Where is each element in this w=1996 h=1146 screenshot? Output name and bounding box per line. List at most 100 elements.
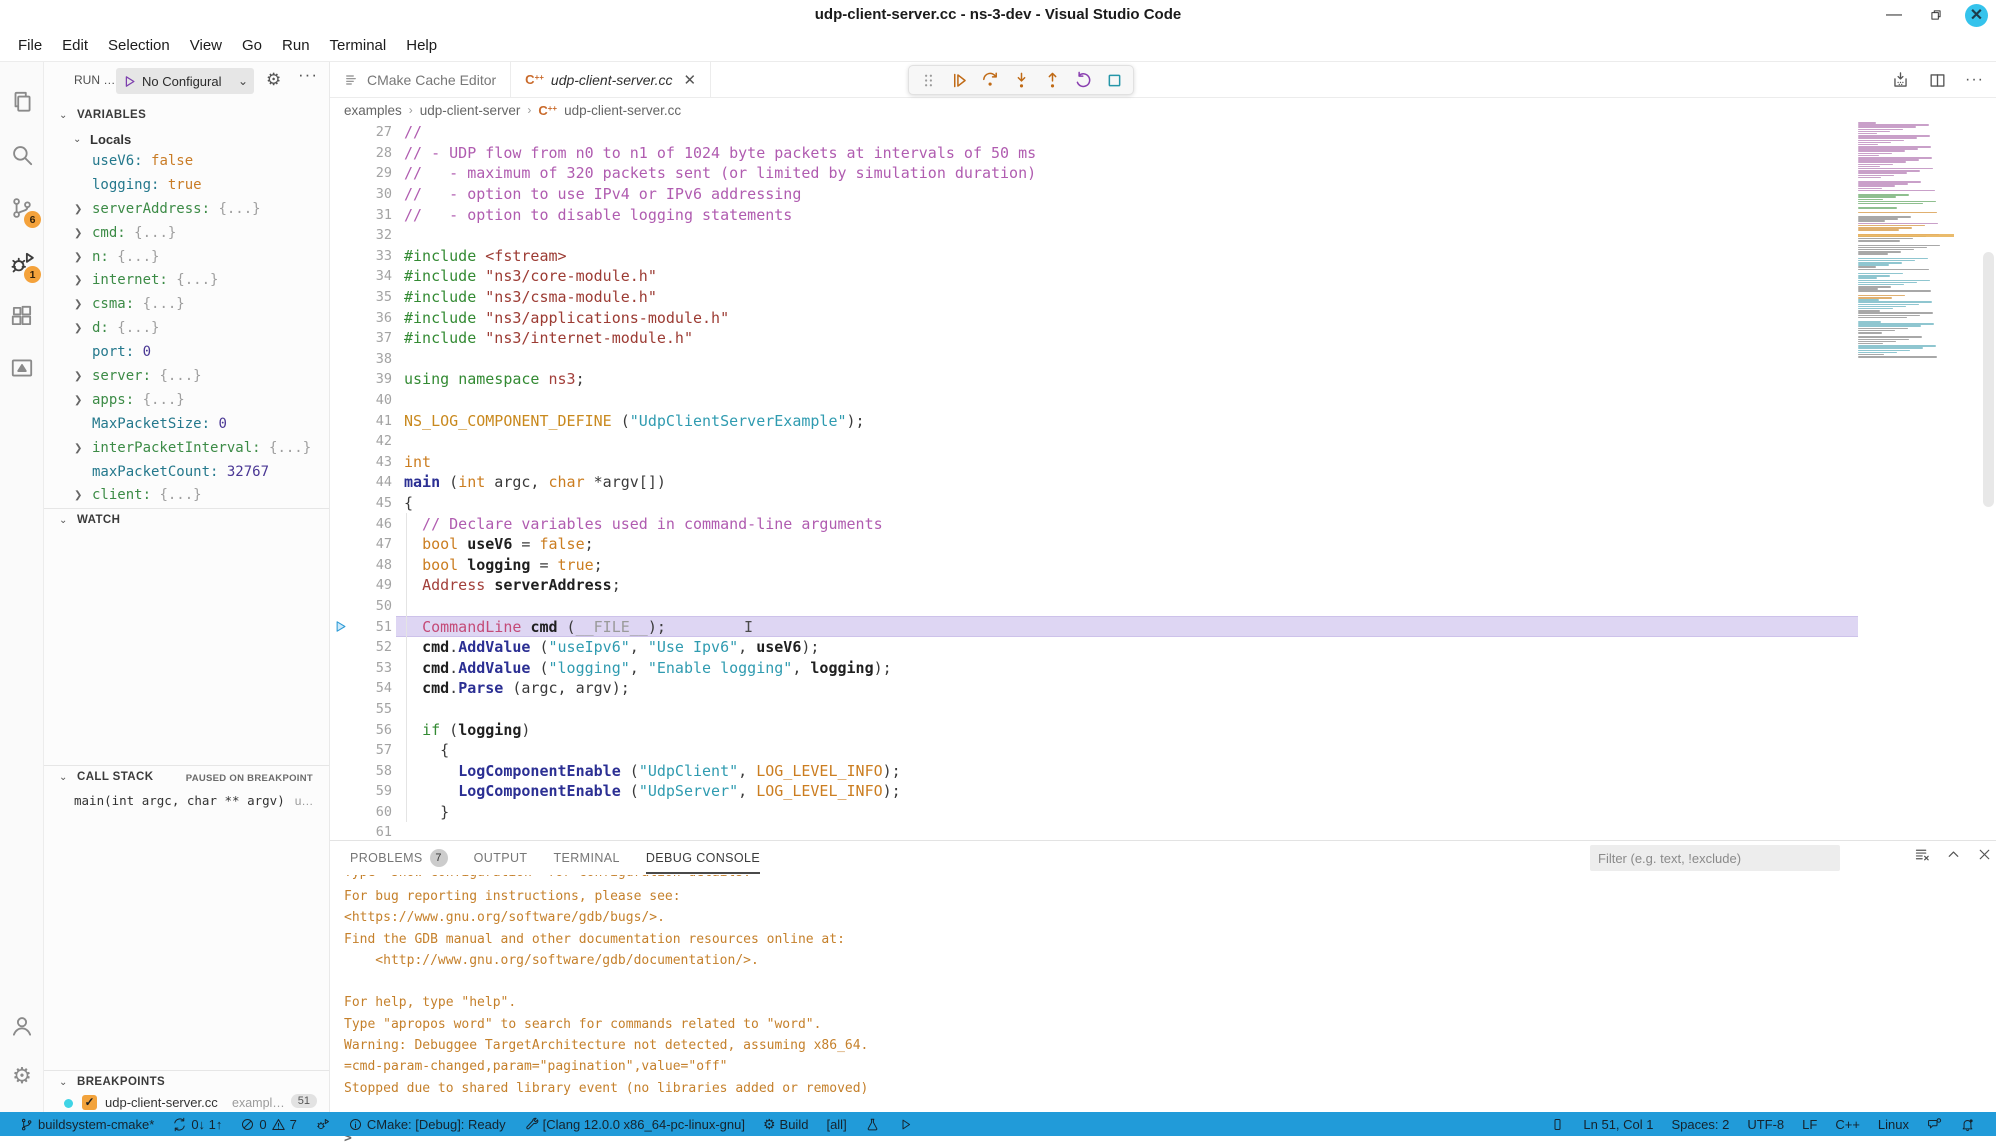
code-line-30[interactable]: 30// - option to use IPv4 or IPv6 addres… [330, 184, 1996, 205]
step-into-button[interactable] [1010, 69, 1032, 91]
code-line-44[interactable]: 44main (int argc, char *argv[]) [330, 472, 1996, 493]
status-build-target[interactable]: [all] [817, 1112, 855, 1136]
line-number[interactable]: 27 [352, 124, 392, 140]
code-line-35[interactable]: 35#include "ns3/csma-module.h" [330, 287, 1996, 308]
status-remote-os[interactable]: Linux [1869, 1112, 1918, 1136]
breakpoint-checkbox[interactable]: ✓ [82, 1095, 97, 1110]
menu-item-go[interactable]: Go [232, 33, 272, 58]
chevron-right-icon[interactable]: ❯ [74, 389, 82, 413]
code-line-27[interactable]: 27// [330, 122, 1996, 143]
status-sync-status[interactable]: 0↓ 1↑ [163, 1112, 231, 1136]
chevron-right-icon[interactable]: ❯ [74, 246, 82, 270]
variable-row-apps[interactable]: ❯apps: {...} [44, 389, 329, 413]
code-line-39[interactable]: 39using namespace ns3; [330, 369, 1996, 390]
clear-console-icon[interactable] [1914, 846, 1931, 863]
line-number[interactable]: 29 [352, 165, 392, 181]
line-number[interactable]: 38 [352, 351, 392, 367]
status-indentation[interactable]: Spaces: 2 [1663, 1112, 1739, 1136]
line-number[interactable]: 57 [352, 742, 392, 758]
code-line-31[interactable]: 31// - option to disable logging stateme… [330, 204, 1996, 225]
line-number[interactable]: 43 [352, 454, 392, 470]
line-number[interactable]: 54 [352, 680, 392, 696]
line-number[interactable]: 41 [352, 413, 392, 429]
breakpoint-gutter[interactable] [330, 678, 352, 699]
line-number[interactable]: 34 [352, 268, 392, 284]
variable-row-MaxPacketSize[interactable]: MaxPacketSize: 0 [44, 413, 329, 437]
code-line-32[interactable]: 32 [330, 225, 1996, 246]
line-number[interactable]: 36 [352, 310, 392, 326]
activity-item-explorer[interactable] [0, 78, 44, 126]
breadcrumb-item[interactable]: udp-client-server [420, 103, 521, 118]
debug-config-dropdown[interactable]: No Configural ⌄ [116, 68, 254, 94]
panel-tab-terminal[interactable]: TERMINAL [553, 843, 619, 874]
line-number[interactable]: 56 [352, 722, 392, 738]
line-number[interactable]: 39 [352, 371, 392, 387]
activity-item-test-window[interactable] [0, 344, 44, 392]
code-line-29[interactable]: 29// - maximum of 320 packets sent (or l… [330, 163, 1996, 184]
line-number[interactable]: 28 [352, 145, 392, 161]
breakpoint-gutter[interactable] [330, 431, 352, 452]
code-line-45[interactable]: 45{ [330, 493, 1996, 514]
variable-row-interPacketInterval[interactable]: ❯interPacketInterval: {...} [44, 437, 329, 461]
code-line-59[interactable]: 59 LogComponentEnable ("UdpServer", LOG_… [330, 781, 1996, 802]
line-number[interactable]: 59 [352, 783, 392, 799]
code-line-55[interactable]: 55 [330, 699, 1996, 720]
line-number[interactable]: 47 [352, 536, 392, 552]
line-number[interactable]: 61 [352, 824, 392, 840]
code-line-57[interactable]: 57 { [330, 740, 1996, 761]
breakpoint-gutter[interactable] [330, 287, 352, 308]
status-problems-status[interactable]: 07 [231, 1112, 305, 1136]
code-line-41[interactable]: 41NS_LOG_COMPONENT_DEFINE ("UdpClientSer… [330, 410, 1996, 431]
status-notifications[interactable] [1951, 1112, 1984, 1136]
run-below-icon[interactable] [1891, 71, 1910, 90]
status-test-button[interactable] [856, 1112, 889, 1136]
line-number[interactable]: 53 [352, 660, 392, 676]
variable-row-serverAddress[interactable]: ❯serverAddress: {...} [44, 198, 329, 222]
step-over-button[interactable] [979, 69, 1001, 91]
code-line-34[interactable]: 34#include "ns3/core-module.h" [330, 266, 1996, 287]
code-editor[interactable]: 27//28// - UDP flow from n0 to n1 of 102… [330, 122, 1996, 843]
chevron-right-icon[interactable]: ❯ [74, 293, 82, 317]
activity-item-account[interactable] [0, 1002, 44, 1050]
breakpoint-gutter[interactable] [330, 596, 352, 617]
breakpoint-gutter[interactable] [330, 781, 352, 802]
code-line-28[interactable]: 28// - UDP flow from n0 to n1 of 1024 by… [330, 143, 1996, 164]
breakpoint-gutter[interactable] [330, 554, 352, 575]
line-number[interactable]: 60 [352, 804, 392, 820]
breakpoint-gutter[interactable] [330, 699, 352, 720]
stack-frame[interactable]: main(int argc, char ** argv)u… [74, 793, 313, 808]
code-line-36[interactable]: 36#include "ns3/applications-module.h" [330, 307, 1996, 328]
status-build-button[interactable]: ⚙Build [754, 1112, 817, 1136]
breakpoint-gutter[interactable] [330, 246, 352, 267]
code-line-53[interactable]: 53 cmd.AddValue ("logging", "Enable logg… [330, 657, 1996, 678]
breakpoint-gutter[interactable] [330, 534, 352, 555]
panel-tab-problems[interactable]: PROBLEMS7 [350, 841, 448, 876]
variable-row-csma[interactable]: ❯csma: {...} [44, 293, 329, 317]
activity-item-extensions[interactable] [0, 292, 44, 340]
breakpoint-gutter[interactable] [330, 163, 352, 184]
split-editor-icon[interactable] [1928, 71, 1947, 90]
variables-section-header[interactable]: ⌄ VARIABLES [44, 104, 329, 128]
start-debug-icon[interactable] [122, 74, 137, 89]
code-line-37[interactable]: 37#include "ns3/internet-module.h" [330, 328, 1996, 349]
line-number[interactable]: 48 [352, 557, 392, 573]
chevron-right-icon[interactable]: ❯ [74, 317, 82, 341]
line-number[interactable]: 37 [352, 330, 392, 346]
status-debug-status[interactable] [306, 1112, 339, 1136]
step-out-button[interactable] [1041, 69, 1063, 91]
line-number[interactable]: 50 [352, 598, 392, 614]
status-feedback[interactable] [1918, 1112, 1951, 1136]
tab-udp-client-server-cc[interactable]: C++udp-client-server.cc✕ [511, 62, 711, 97]
activity-item-run-debug[interactable]: 1 [0, 239, 44, 287]
stop-button[interactable] [1103, 69, 1125, 91]
status-kit-status[interactable]: [Clang 12.0.0 x86_64-pc-linux-gnu] [515, 1112, 754, 1136]
status-git-branch-status[interactable]: buildsystem-cmake* [10, 1112, 163, 1136]
breakpoint-gutter[interactable] [330, 719, 352, 740]
variable-row-client[interactable]: ❯client: {...} [44, 484, 329, 508]
panel-tab-output[interactable]: OUTPUT [474, 843, 528, 874]
line-number[interactable]: 51 [352, 619, 392, 635]
breakpoint-gutter[interactable] [330, 452, 352, 473]
line-number[interactable]: 42 [352, 433, 392, 449]
line-number[interactable]: 58 [352, 763, 392, 779]
status-cmake-status[interactable]: CMake: [Debug]: Ready [339, 1112, 515, 1136]
